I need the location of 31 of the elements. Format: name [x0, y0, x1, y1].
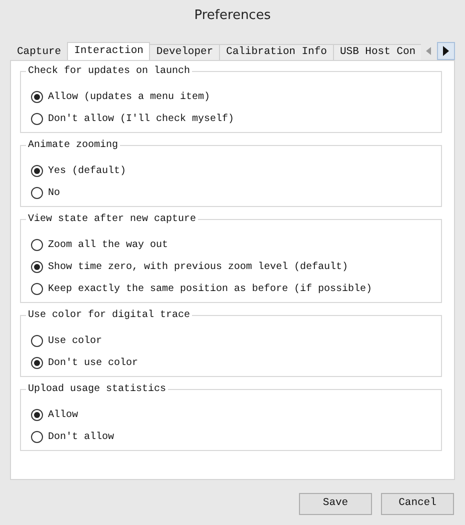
radio-label[interactable]: Yes (default) [48, 164, 126, 178]
radio-label[interactable]: Zoom all the way out [48, 238, 168, 252]
save-button[interactable]: Save [299, 493, 372, 515]
radio-label[interactable]: Don't use color [48, 356, 138, 370]
radio-label[interactable]: Don't allow (I'll check myself) [48, 112, 234, 126]
radio-label[interactable]: Show time zero, with previous zoom level (default) [48, 260, 348, 274]
tab[interactable]: Capture [10, 44, 68, 60]
radio-button[interactable] [31, 165, 43, 177]
tab[interactable]: USB Host Con [332, 44, 423, 60]
radio-label[interactable]: Keep exactly the same position as before (if possible) [48, 282, 372, 296]
radio-button[interactable] [31, 261, 43, 273]
radio-button[interactable] [31, 357, 43, 369]
scroll-right-icon[interactable] [437, 42, 455, 60]
radio-button[interactable] [31, 409, 43, 421]
tab[interactable]: Developer [149, 44, 220, 60]
radio-label[interactable]: Allow (updates a menu item) [48, 90, 210, 104]
window-title: Preferences [193, 7, 272, 26]
radio-label[interactable]: Allow [48, 408, 78, 422]
radio-button[interactable] [31, 91, 43, 103]
tab[interactable]: Interaction [67, 42, 150, 60]
radio-button[interactable] [31, 431, 43, 443]
radio-button[interactable] [31, 187, 43, 199]
radio-button[interactable] [31, 239, 43, 251]
radio-button[interactable] [31, 283, 43, 295]
radio-label[interactable]: Use color [48, 334, 102, 348]
radio-label[interactable]: No [48, 186, 60, 200]
radio-button[interactable] [31, 113, 43, 125]
radio-button[interactable] [31, 335, 43, 347]
tab[interactable]: Calibration Info [219, 44, 334, 60]
cancel-button[interactable]: Cancel [381, 493, 454, 515]
radio-label[interactable]: Don't allow [48, 430, 114, 444]
